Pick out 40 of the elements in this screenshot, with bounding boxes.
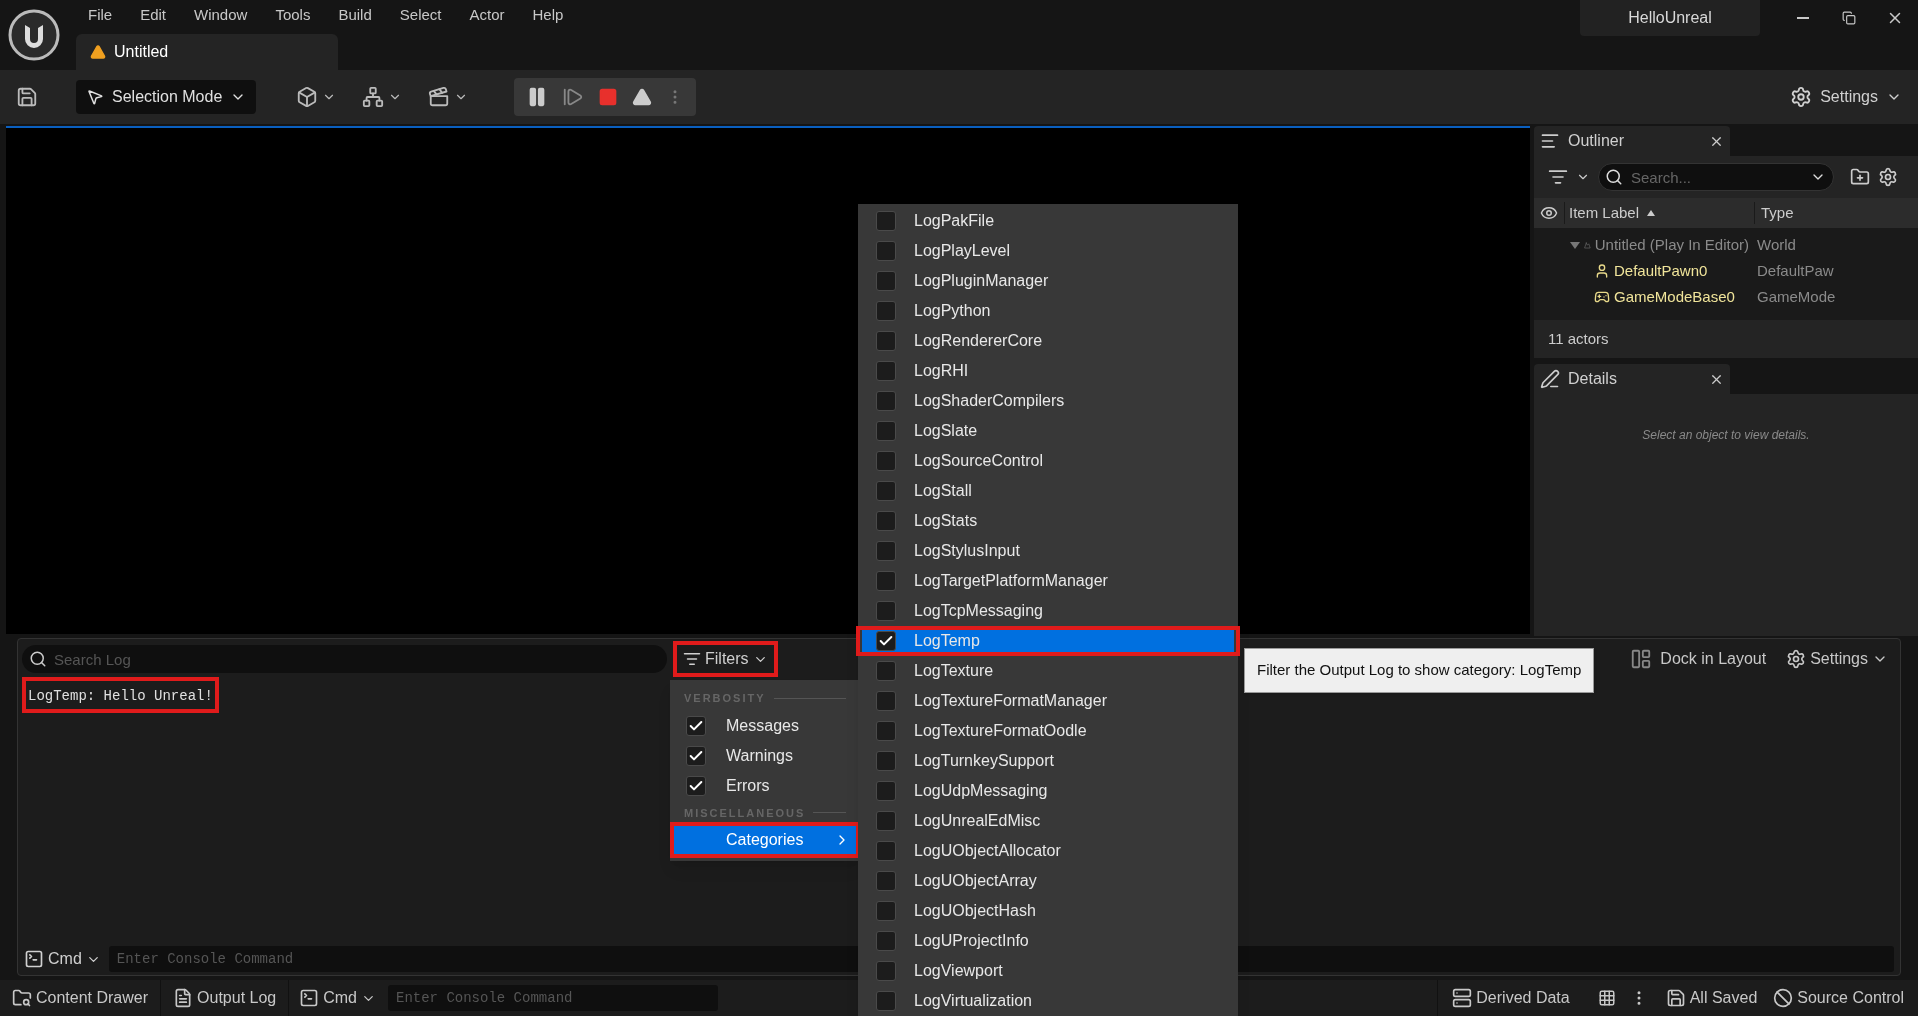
category-label: LogVirtualization [914,991,1032,1011]
category-label: LogSourceControl [914,451,1043,471]
category-label: LogRendererCore [914,331,1043,351]
category-label: LogTemp [914,631,980,651]
project-name: HelloUnreal [1580,0,1760,36]
category-label: LogUnrealEdMisc [914,811,1041,831]
category-label: LogTextureFormatOodle [914,721,1087,741]
category-label: LogPlayLevel [914,241,1011,261]
category-label: LogUdpMessaging [914,781,1048,801]
category-label: LogSlate [914,421,978,441]
category-label: LogViewport [914,961,1003,981]
category-label: LogUProjectInfo [914,931,1029,951]
category-label: LogTcpMessaging [914,601,1043,621]
category-label: LogPluginManager [914,271,1049,291]
category-label: LogPython [914,301,991,321]
category-label: LogStylusInput [914,541,1020,561]
type-cell-text: GameMode [1756,286,1836,307]
category-label: LogRHI [914,361,969,381]
log-line: LogTemp: Hello Unreal! [28,688,213,704]
tab-label: Outliner [1568,131,1625,151]
category-label: LogUObjectArray [914,871,1037,891]
category-label: LogStall [914,481,972,501]
category-label: LogUObjectAllocator [914,841,1061,861]
category-label: LogStats [914,511,978,531]
tab-label: Details [1568,369,1617,389]
category-label: LogUObjectHash [914,901,1036,921]
menu-label: Messages [726,715,799,736]
type-cell-text: World [1756,234,1796,255]
menu-label: Warnings [726,745,793,766]
category-label: LogPakFile [914,211,995,231]
type-cell-text: DefaultPaw [1756,260,1834,281]
category-label: LogShaderCompilers [914,391,1065,411]
category-label: LogTextureFormatManager [914,691,1107,711]
menu-label: Errors [726,775,770,796]
category-label: LogTurnkeySupport [914,751,1054,771]
category-label: LogTargetPlatformManager [914,571,1108,591]
actor-count: 11 actors [1548,328,1609,349]
category-label: LogTexture [914,661,994,681]
empty-message: Select an object to view details. [1642,427,1810,444]
tooltip: Filter the Output Log to show category: LogTemp [1244,648,1595,693]
